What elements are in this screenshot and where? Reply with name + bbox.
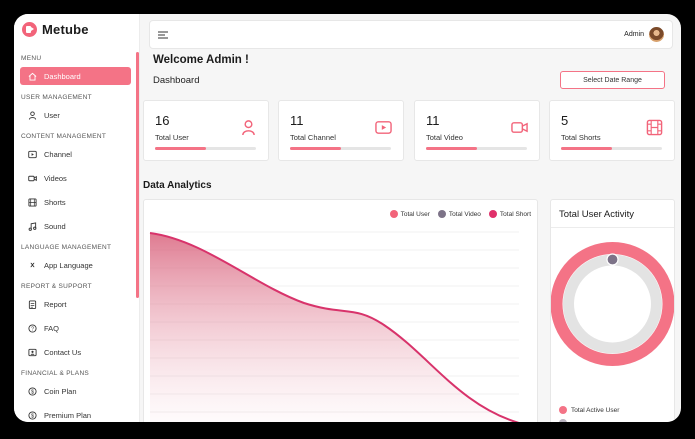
stat-progress-fill bbox=[290, 147, 341, 150]
stat-label: Total Video bbox=[426, 133, 463, 142]
sidebar-item-premium-plan[interactable]: $ Premium Plan bbox=[20, 406, 131, 422]
stat-progress-fill bbox=[155, 147, 206, 150]
sidebar-item-coin-plan[interactable]: $ Coin Plan bbox=[20, 382, 131, 400]
sidebar: Metube MENU Dashboard USER MANAGEMENT Us… bbox=[14, 14, 140, 422]
stat-label: Total Shorts bbox=[561, 133, 601, 142]
stat-card-total-user[interactable]: 16 Total User bbox=[143, 100, 269, 161]
sidebar-item-app-language[interactable]: 𝗑 App Language bbox=[20, 256, 131, 274]
sidebar-item-dashboard[interactable]: Dashboard bbox=[20, 67, 131, 85]
stat-progress-bar bbox=[155, 147, 256, 150]
activity-donut-chart bbox=[551, 242, 674, 366]
section-user-management: USER MANAGEMENT bbox=[21, 94, 92, 101]
legend-dot bbox=[559, 406, 567, 414]
stat-card-total-video[interactable]: 11 Total Video bbox=[414, 100, 540, 161]
legend-dot bbox=[559, 419, 567, 422]
dollar-circle-icon: $ bbox=[28, 410, 37, 420]
avatar[interactable] bbox=[649, 27, 664, 42]
donut-ring-inactive[interactable] bbox=[563, 254, 662, 354]
sidebar-item-label: Contact Us bbox=[44, 347, 82, 357]
home-icon bbox=[28, 72, 37, 81]
select-date-range-button[interactable]: Select Date Range bbox=[560, 71, 665, 89]
app-screen: Metube MENU Dashboard USER MANAGEMENT Us… bbox=[14, 14, 681, 422]
stat-value: 16 bbox=[155, 113, 170, 128]
contact-card-icon bbox=[28, 348, 37, 357]
stat-progress-fill bbox=[561, 147, 612, 150]
stat-progress-bar bbox=[290, 147, 391, 150]
stat-value: 11 bbox=[290, 113, 304, 128]
stat-label: Total User bbox=[155, 133, 189, 142]
play-square-icon bbox=[28, 150, 37, 159]
report-icon bbox=[28, 299, 37, 309]
video-camera-icon bbox=[28, 174, 37, 183]
section-content-management: CONTENT MANAGEMENT bbox=[21, 133, 107, 140]
welcome-heading: Welcome Admin ! bbox=[153, 54, 249, 66]
sidebar-item-faq[interactable]: ? FAQ bbox=[20, 319, 131, 337]
divider bbox=[551, 227, 674, 228]
activity-title: Total User Activity bbox=[559, 209, 634, 220]
video-camera-icon bbox=[511, 122, 528, 133]
sidebar-item-label: Shorts bbox=[44, 197, 66, 207]
stat-label: Total Channel bbox=[290, 133, 336, 142]
stat-progress-bar bbox=[426, 147, 527, 150]
svg-text:$: $ bbox=[31, 389, 34, 395]
music-note-icon bbox=[28, 221, 37, 231]
sidebar-item-label: Channel bbox=[44, 149, 72, 159]
sidebar-item-label: FAQ bbox=[44, 323, 60, 333]
total-user-activity-panel: Total User Activity Total Active User bbox=[550, 199, 675, 422]
donut-marker[interactable] bbox=[606, 253, 619, 266]
app-logo[interactable]: Metube bbox=[22, 22, 89, 37]
sidebar-item-label: Coin Plan bbox=[44, 386, 77, 396]
legend-label: Total Active User bbox=[571, 406, 620, 414]
activity-legend-item[interactable]: Total Active User bbox=[559, 406, 619, 414]
stat-progress-bar bbox=[561, 147, 662, 150]
stat-value: 5 bbox=[561, 113, 569, 128]
sidebar-item-label: Videos bbox=[44, 173, 67, 183]
user-icon bbox=[28, 110, 37, 120]
section-menu: MENU bbox=[21, 55, 42, 62]
svg-text:?: ? bbox=[31, 326, 34, 332]
top-bar: Admin bbox=[149, 20, 673, 49]
hamburger-menu-icon[interactable] bbox=[158, 31, 168, 39]
sidebar-item-contact-us[interactable]: Contact Us bbox=[20, 343, 131, 361]
app-name: Metube bbox=[42, 22, 89, 37]
user-name[interactable]: Admin bbox=[624, 31, 644, 38]
play-square-icon bbox=[375, 121, 392, 134]
section-financial-plans: FINANCIAL & PLANS bbox=[21, 370, 90, 377]
sidebar-item-channel[interactable]: Channel bbox=[20, 145, 131, 163]
sidebar-item-shorts[interactable]: Shorts bbox=[20, 193, 131, 211]
sidebar-scrollbar[interactable] bbox=[136, 52, 139, 298]
section-report-support: REPORT & SUPPORT bbox=[21, 283, 92, 290]
translate-icon: 𝗑 bbox=[30, 261, 35, 269]
sidebar-item-label: Report bbox=[44, 299, 67, 309]
sidebar-item-report[interactable]: Report bbox=[20, 295, 131, 313]
user-icon bbox=[242, 120, 255, 136]
sidebar-item-label: Premium Plan bbox=[44, 410, 92, 420]
stat-progress-fill bbox=[426, 147, 477, 150]
stat-value: 11 bbox=[426, 113, 440, 128]
sidebar-item-sound[interactable]: Sound bbox=[20, 217, 131, 235]
section-language-management: LANGUAGE MANAGEMENT bbox=[21, 244, 112, 251]
data-analytics-heading: Data Analytics bbox=[143, 180, 212, 191]
sidebar-item-label: App Language bbox=[44, 260, 93, 270]
sidebar-item-label: User bbox=[44, 110, 60, 120]
activity-legend-item-partial bbox=[559, 419, 567, 422]
data-analytics-chart: Total User Total Video Total Short bbox=[143, 199, 538, 422]
stat-card-total-channel[interactable]: 11 Total Channel bbox=[278, 100, 404, 161]
sidebar-item-label: Sound bbox=[44, 221, 66, 231]
question-circle-icon: ? bbox=[28, 323, 37, 333]
logo-icon bbox=[22, 22, 37, 37]
svg-text:$: $ bbox=[31, 413, 34, 419]
dollar-circle-icon: $ bbox=[28, 386, 37, 396]
sidebar-item-user[interactable]: User bbox=[20, 106, 131, 124]
area-chart-plot bbox=[149, 231, 520, 422]
sidebar-item-label: Dashboard bbox=[44, 71, 81, 81]
stat-card-total-shorts[interactable]: 5 Total Shorts bbox=[549, 100, 675, 161]
page-title: Dashboard bbox=[153, 75, 200, 86]
film-icon bbox=[28, 197, 37, 207]
device-frame: Metube MENU Dashboard USER MANAGEMENT Us… bbox=[0, 0, 695, 439]
film-icon bbox=[646, 119, 663, 136]
sidebar-item-videos[interactable]: Videos bbox=[20, 169, 131, 187]
